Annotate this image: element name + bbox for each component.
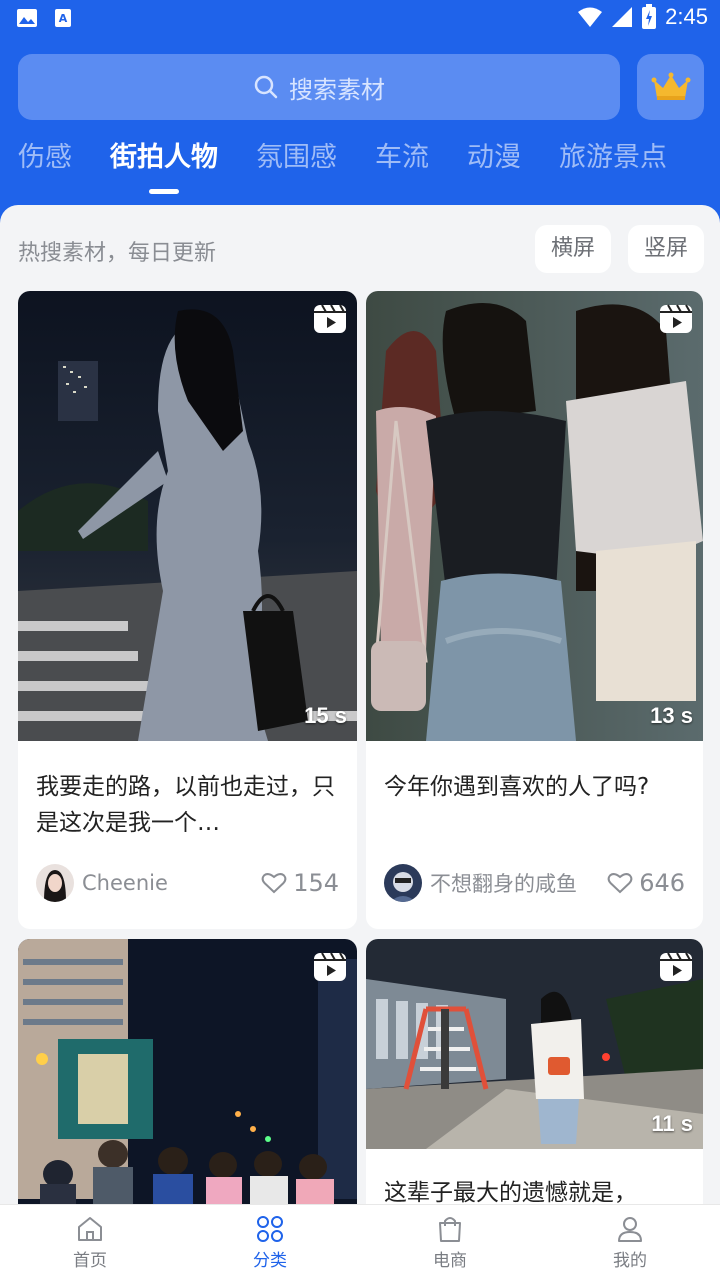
like-count: 154: [293, 869, 339, 897]
nav-category-label: 分类: [253, 1251, 287, 1271]
video-duration: 11 s: [651, 1111, 693, 1136]
nav-profile-label: 我的: [613, 1251, 647, 1271]
avatar[interactable]: [36, 864, 74, 902]
category-icon: [257, 1216, 283, 1242]
section-label: 热搜素材，每日更新: [18, 241, 217, 266]
card-meta: Cheenie 154: [36, 863, 339, 903]
like-button[interactable]: 154: [261, 869, 339, 897]
video-thumbnail[interactable]: [18, 939, 357, 1205]
landscape-filter-button[interactable]: 横屏: [535, 225, 612, 273]
heart-icon: [607, 873, 633, 894]
card-title: 今年你遇到喜欢的人了吗?: [384, 774, 650, 800]
nav-profile[interactable]: 我的: [540, 1205, 720, 1280]
tab-sad[interactable]: 伤感: [18, 136, 72, 180]
search-input[interactable]: 搜索素材: [18, 54, 620, 120]
video-duration: 15 s: [304, 703, 347, 728]
app-notification-icon: A: [55, 9, 71, 27]
category-tabs: 伤感 街拍人物 氛围感 车流 动漫 旅游景点: [18, 136, 705, 196]
video-duration: 13 s: [650, 703, 693, 728]
signal-icon: [612, 7, 633, 27]
video-thumbnail[interactable]: 11 s: [366, 939, 703, 1149]
tab-traffic[interactable]: 车流: [375, 136, 429, 180]
video-card[interactable]: 13 s 今年你遇到喜欢的人了吗? 不想翻身的咸鱼 646: [366, 291, 703, 929]
portrait-filter-button[interactable]: 竖屏: [628, 225, 705, 273]
author-name: 不想翻身的咸鱼: [430, 872, 577, 896]
search-placeholder: 搜索素材: [289, 75, 385, 104]
video-badge-icon: [314, 952, 346, 981]
video-card[interactable]: 11 s 这辈子最大的遗憾就是，: [366, 939, 703, 1205]
vip-button[interactable]: [637, 54, 704, 120]
search-icon: [254, 75, 278, 99]
wifi-icon: [578, 7, 603, 27]
nav-shop[interactable]: 电商: [360, 1205, 540, 1280]
nav-shop-label: 电商: [433, 1251, 467, 1271]
heart-icon: [261, 873, 287, 894]
video-thumbnail[interactable]: 15 s: [18, 291, 357, 741]
bottom-nav: 首页 分类 电商 我的: [0, 1204, 720, 1280]
tab-anime[interactable]: 动漫: [467, 136, 521, 180]
tab-street-people[interactable]: 街拍人物: [110, 136, 218, 194]
shopping-bag-icon: [439, 1217, 461, 1242]
video-badge-icon: [314, 304, 346, 333]
battery-icon: [642, 4, 657, 29]
card-meta: 不想翻身的咸鱼 646: [384, 863, 685, 903]
home-icon: [78, 1217, 102, 1241]
card-title: 我要走的路，以前也走过，只是这次是我一个…: [36, 774, 335, 836]
video-card[interactable]: 15 s 我要走的路，以前也走过，只是这次是我一个… Cheenie 154: [18, 291, 357, 929]
author-name: Cheenie: [82, 871, 168, 895]
nav-home[interactable]: 首页: [0, 1205, 180, 1280]
svg-text:A: A: [59, 12, 68, 25]
nav-home-label: 首页: [73, 1251, 107, 1271]
like-count: 646: [639, 869, 685, 897]
card-title: 这辈子最大的遗憾就是，: [384, 1180, 637, 1205]
content-sheet: 热搜素材，每日更新 横屏 竖屏 15 s 我要走的路，以前也走过，只是这次是我一…: [0, 205, 720, 1205]
status-time: 2:45: [665, 4, 708, 29]
avatar[interactable]: [384, 864, 422, 902]
like-button[interactable]: 646: [607, 869, 685, 897]
status-bar: A 2:45: [0, 0, 720, 36]
user-icon: [618, 1217, 642, 1242]
tab-travel-spots[interactable]: 旅游景点: [559, 136, 667, 180]
tab-atmosphere[interactable]: 氛围感: [256, 136, 337, 180]
video-badge-icon: [660, 304, 692, 333]
video-thumbnail[interactable]: 13 s: [366, 291, 703, 741]
gallery-notification-icon: [17, 9, 37, 27]
video-card[interactable]: [18, 939, 357, 1205]
video-badge-icon: [660, 952, 692, 981]
nav-category[interactable]: 分类: [180, 1205, 360, 1280]
crown-icon: [651, 72, 690, 100]
